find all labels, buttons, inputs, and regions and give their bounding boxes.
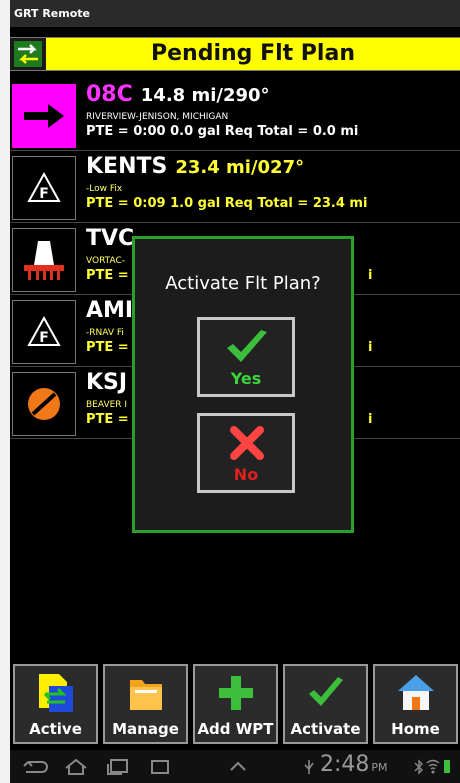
waypoint-pte-tail: i (368, 340, 373, 355)
arrow-right-icon (24, 104, 64, 128)
waypoint-name: TVC (86, 226, 134, 251)
active-label: Active (29, 720, 82, 738)
app-title-bar: GRT Remote (10, 0, 460, 27)
battery-icon (444, 760, 450, 773)
folder-icon (129, 680, 162, 710)
waypoint-description: -Low Fix (86, 184, 123, 194)
waypoint-description: RIVERVIEW-JENISON, MICHIGAN (86, 112, 229, 122)
waypoint-icon-box (12, 84, 76, 148)
waypoint-pte: PTE = (86, 340, 129, 355)
waypoint-description: -RNAV Fi (86, 328, 124, 338)
activate-button[interactable]: Activate (283, 664, 368, 744)
fix-triangle-icon: F (27, 315, 61, 346)
waypoint-pte: PTE = 0:00 0.0 gal Req Total = 0.0 mi (86, 124, 359, 139)
waypoint-id: AMI (86, 298, 134, 323)
wifi-icon (426, 759, 440, 774)
waypoint-name: KENTS 23.4 mi/027° (86, 154, 304, 179)
status-clock: 2:48 PM (320, 752, 388, 777)
app-screen: GRT Remote Pending Flt Plan 08C 14.8 mi/2… (10, 0, 460, 783)
waypoint-icon-box: F (12, 300, 76, 364)
dialog-question: Activate Flt Plan? (165, 273, 321, 294)
yes-label: Yes (230, 369, 262, 388)
activate-dialog: Activate Flt Plan? Yes No (132, 236, 354, 533)
clock-ampm: PM (371, 761, 388, 774)
waypoint-id: KENTS (86, 154, 168, 179)
icon-wrap (375, 672, 456, 714)
waypoint-icon-box: F (12, 156, 76, 220)
fix-triangle-icon: F (27, 171, 61, 202)
chevron-up-icon[interactable] (228, 758, 248, 776)
icon-wrap (105, 672, 186, 714)
waypoint-pte: PTE = (86, 412, 129, 427)
page-header: Pending Flt Plan (10, 37, 460, 71)
system-nav-bar: 2:48 PM (10, 750, 460, 783)
vortac-icon (24, 241, 64, 280)
waypoint-icon-box (12, 228, 76, 292)
waypoint-description: VORTAC- (86, 256, 126, 266)
bottom-toolbar: Active Manage Add WPT Activate Home (10, 662, 460, 748)
active-button[interactable]: Active (13, 664, 98, 744)
usb-icon (304, 760, 314, 774)
home-label: Home (391, 720, 440, 738)
waypoint-name: AMI (86, 298, 133, 323)
waypoint-row[interactable]: 08C 14.8 mi/290° RIVERVIEW-JENISON, MICHI… (10, 78, 460, 151)
svg-text:F: F (39, 330, 49, 346)
waypoint-id: TVC (86, 226, 135, 251)
active-plan-icon (38, 674, 73, 712)
waypoint-name: 08C 14.8 mi/290° (86, 82, 270, 107)
no-button[interactable]: No (197, 413, 295, 493)
swap-button[interactable] (10, 38, 46, 70)
waypoint-name: KSJ (86, 370, 127, 395)
screenshot-icon[interactable] (148, 758, 172, 776)
waypoint-pte-tail: i (368, 412, 373, 427)
activate-label: Activate (290, 720, 361, 738)
home-icon (397, 675, 434, 710)
icon-wrap (15, 672, 96, 714)
checkmark-icon (227, 330, 267, 362)
svg-text:F: F (39, 186, 49, 202)
app-title: GRT Remote (14, 7, 91, 20)
plus-icon (218, 676, 253, 710)
x-mark-icon (230, 426, 264, 460)
home-nav-icon[interactable] (64, 758, 88, 776)
waypoint-distance: 14.8 mi/290° (140, 85, 270, 106)
yes-button[interactable]: Yes (197, 317, 295, 397)
swap-arrows-icon (14, 41, 42, 67)
waypoint-pte-tail: i (368, 268, 373, 283)
waypoint-id: KSJ (86, 370, 128, 395)
airport-icon (28, 388, 60, 420)
manage-button[interactable]: Manage (103, 664, 188, 744)
home-button[interactable]: Home (373, 664, 458, 744)
bluetooth-icon (414, 759, 423, 775)
icon-wrap (285, 672, 366, 714)
clock-time: 2:48 (320, 752, 370, 777)
page-title: Pending Flt Plan (151, 41, 355, 66)
add-wpt-label: Add WPT (197, 720, 274, 738)
icon-wrap (195, 672, 276, 714)
back-icon[interactable] (22, 758, 48, 776)
no-label: No (233, 465, 259, 484)
waypoint-pte: PTE = 0:09 1.0 gal Req Total = 23.4 mi (86, 196, 368, 211)
waypoint-id: 08C (86, 82, 133, 107)
recent-apps-icon[interactable] (106, 758, 130, 776)
waypoint-description: BEAVER I (86, 400, 128, 410)
waypoint-distance: 23.4 mi/027° (175, 157, 305, 178)
manage-label: Manage (112, 720, 179, 738)
add-wpt-button[interactable]: Add WPT (193, 664, 278, 744)
checkmark-icon (308, 677, 343, 706)
waypoint-icon-box (12, 372, 76, 436)
waypoint-row[interactable]: F KENTS 23.4 mi/027° -Low Fix PTE = 0:09 … (10, 150, 460, 223)
